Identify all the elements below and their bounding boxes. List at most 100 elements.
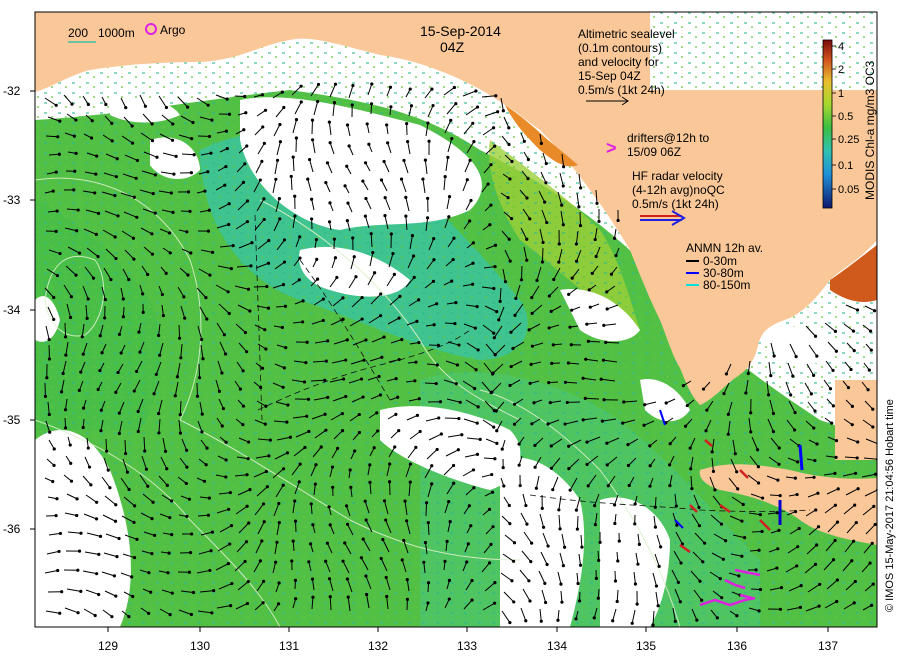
vector-head: [224, 352, 227, 355]
vector-head: [857, 487, 860, 490]
vector-head: [222, 407, 225, 410]
vector-head: [224, 165, 227, 168]
vector-head: [55, 230, 58, 233]
vector-head: [58, 252, 61, 255]
vector-head: [315, 258, 318, 261]
vector-head: [486, 183, 489, 186]
vector-head: [402, 159, 405, 162]
vector-head: [548, 326, 551, 329]
vector-head: [307, 430, 310, 433]
vector-head: [162, 314, 165, 317]
vector-head: [430, 87, 433, 90]
vector-head: [158, 354, 161, 357]
vector-head: [122, 297, 125, 300]
vector-head: [448, 195, 451, 198]
vector-head: [493, 602, 496, 605]
vector-head: [747, 372, 750, 375]
vector-head: [772, 412, 775, 415]
vector-head: [171, 139, 174, 142]
vector-head: [489, 543, 492, 546]
vector-head: [669, 442, 672, 445]
vector-head: [304, 361, 307, 364]
vector-head: [230, 582, 233, 585]
vector-head: [449, 119, 452, 122]
vector-head: [512, 600, 515, 603]
vector-head: [298, 235, 301, 238]
vector-head: [502, 484, 505, 487]
vector-head: [833, 539, 836, 542]
vector-head: [228, 312, 231, 315]
vector-head: [157, 334, 160, 337]
vector-head: [568, 326, 571, 329]
vector-head: [183, 316, 186, 319]
vector-head: [382, 335, 385, 338]
vector-head: [370, 82, 373, 85]
vector-head: [737, 574, 740, 577]
vector-head: [794, 510, 797, 513]
vector-head: [665, 401, 668, 404]
vector-head: [103, 316, 106, 319]
vector-head: [104, 298, 107, 301]
vector-head: [547, 381, 550, 384]
vector-head: [118, 333, 121, 336]
vector-head: [70, 295, 73, 298]
vector-head: [298, 480, 301, 483]
vector-head: [749, 430, 752, 433]
vector-head: [754, 568, 757, 571]
vector-head: [722, 392, 725, 395]
contour-legend: 200 1000m: [68, 26, 135, 42]
vector-head: [657, 604, 660, 607]
vector-head: [389, 105, 392, 108]
vector-head: [736, 487, 739, 490]
vector-head: [282, 386, 285, 389]
vector-head: [472, 140, 475, 143]
map-plot: [35, 12, 880, 627]
colorbar-tick-label: 0.25: [838, 134, 859, 146]
colorbar-title: MODIS Chl-a mg/m3 OC3: [863, 60, 877, 200]
vector-head: [324, 560, 327, 563]
vector-head: [795, 355, 798, 358]
vector-head: [228, 202, 231, 205]
vector-head: [334, 83, 337, 86]
vector-head: [278, 521, 281, 524]
vector-head: [426, 121, 429, 124]
vector-head: [488, 508, 491, 511]
vector-head: [114, 520, 117, 523]
vector-head: [360, 556, 363, 559]
vector-head: [550, 444, 553, 447]
vector-head: [611, 619, 614, 622]
vector-head: [705, 409, 708, 412]
vector-head: [594, 238, 597, 241]
vector-head: [584, 397, 587, 400]
vector-head: [145, 468, 148, 471]
vector-head: [471, 262, 474, 265]
vector-head: [311, 578, 314, 581]
colorbar-tick-label: 0.1: [838, 160, 853, 172]
vector-head: [137, 410, 140, 413]
vector-head: [209, 549, 212, 552]
vector-head: [362, 359, 365, 362]
vector-head: [567, 445, 570, 448]
vector-head: [524, 504, 527, 507]
y-tick-label: -32: [3, 84, 21, 98]
vector-head: [851, 405, 854, 408]
vector-head: [490, 391, 493, 394]
vector-head: [793, 428, 796, 431]
vector-head: [525, 238, 528, 241]
vector-head: [588, 288, 591, 291]
vector-head: [772, 430, 775, 433]
vector-head: [362, 538, 365, 541]
vector-head: [550, 310, 553, 313]
vector-head: [227, 290, 230, 293]
vector-head: [75, 229, 78, 232]
vector-head: [221, 424, 224, 427]
vector-head: [274, 561, 277, 564]
vector-head: [743, 536, 746, 539]
vector-head: [412, 254, 415, 257]
vector-head: [286, 403, 289, 406]
velocity-vector: [566, 382, 577, 383]
anmn-title: ANMN 12h av.: [686, 241, 763, 255]
vector-head: [282, 467, 285, 470]
vector-head: [453, 86, 456, 89]
velocity-vector: [125, 440, 126, 454]
